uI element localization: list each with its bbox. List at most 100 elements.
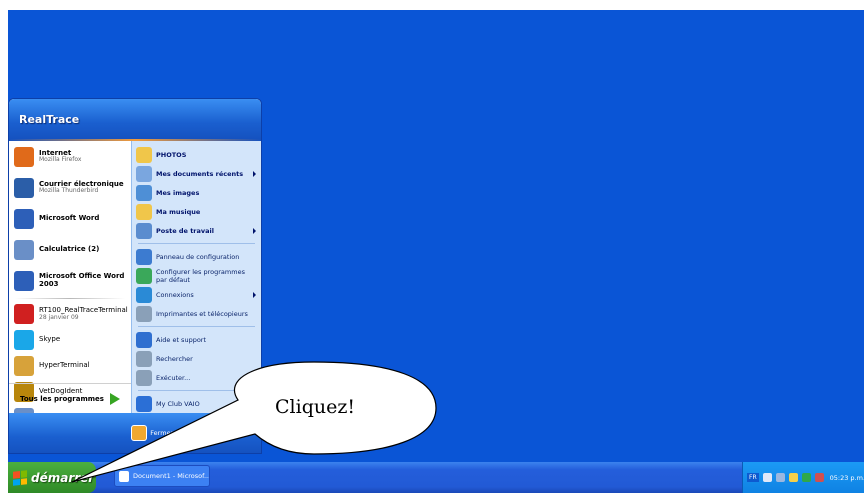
places-item[interactable]: My Club VAIO [132,394,261,413]
arrow-right-icon [109,392,120,405]
search-icon [136,350,152,367]
submenu-arrow-icon [253,291,256,298]
word-icon [14,208,34,229]
start-menu-header: RealTrace [9,99,261,139]
places-label: My Club VAIO [156,399,200,408]
start-menu-body: Internet Mozilla Firefox Courrier électron… [9,141,261,453]
network-tray-icon[interactable] [788,473,798,482]
logoff-button[interactable]: Fermer la session [131,425,207,441]
folder-icon [136,146,152,163]
program-text: Microsoft Office Word 2003 [39,273,131,288]
clock[interactable]: 05:23 p.m. [830,474,864,482]
calculator-icon [14,239,34,260]
program-subtitle: Mozilla Thunderbird [39,187,99,195]
printer-icon [136,305,152,322]
places-item[interactable]: PHOTOS [132,145,261,164]
program-item[interactable]: Microsoft Word [9,203,131,234]
all-programs-label: Tous les programmes [20,394,104,403]
program-text: Courrier électronique Mozilla Thunderbird [39,180,124,195]
firefox-icon [14,146,34,167]
language-indicator[interactable]: FR [747,473,759,482]
submenu-arrow-icon [253,227,256,234]
program-text: HyperTerminal [39,361,90,370]
separator [138,326,255,327]
program-subtitle: 28 janvier 09 [39,313,79,321]
places-label: Imprimantes et télécopieurs [156,309,248,318]
network-icon [136,286,152,303]
program-item[interactable]: Internet Mozilla Firefox [9,141,131,172]
separator [15,298,125,299]
program-item[interactable]: Calculatrice (2) [9,234,131,265]
places-item[interactable]: Mes images [132,183,261,202]
start-menu-footer: Fermer la session Arrêter [9,413,261,453]
program-text: Calculatrice (2) [39,245,99,253]
security-tray-icon[interactable] [801,473,811,482]
hyperterminal-icon [14,356,34,376]
recent-documents-icon [136,165,152,182]
windows-logo-icon [13,469,27,486]
program-title: Microsoft Office Word 2003 [39,272,125,288]
places-item[interactable]: Rechercher [132,349,261,368]
my-computer-icon [136,222,152,239]
program-item[interactable]: Courrier électronique Mozilla Thunderbird [9,172,131,203]
control-panel-icon [136,248,152,265]
default-programs-icon [136,267,152,284]
program-title: Skype [39,335,61,344]
program-text: Microsoft Word [39,213,100,222]
help-icon [136,331,152,348]
separator [138,243,255,244]
program-item[interactable]: HyperTerminal [9,353,131,379]
places-label: Ma musique [156,207,201,216]
places-label: Exécuter... [156,373,191,382]
antivirus-tray-icon[interactable] [814,473,824,482]
logoff-icon [131,425,148,441]
places-label: Aide et support [156,335,207,344]
places-item[interactable]: Ma musique [132,202,261,221]
start-button[interactable]: démarrer [8,462,96,493]
program-text: RT100_RealTraceTerminal 28 janvier 09 [39,306,128,321]
shutdown-label: Arrêter [232,429,255,437]
program-subtitle: Mozilla Firefox [39,156,82,164]
music-icon [136,203,152,220]
places-item[interactable]: Poste de travail [132,221,261,240]
program-title: HyperTerminal [39,361,90,370]
start-label: démarrer [31,470,95,485]
places-label: Panneau de configuration [156,252,240,261]
callout-text: Cliquez! [275,396,355,418]
places-label: Mes documents récents [156,169,244,178]
shutdown-button[interactable]: Arrêter [213,425,255,441]
places-label: Poste de travail [156,226,214,235]
places-item[interactable]: Configurer les programmes par défaut [132,266,261,285]
word-document-icon [119,470,129,482]
start-menu: RealTrace Internet Mozilla Firefox Courrie… [8,98,262,454]
system-tray: FR 05:23 p.m. [742,462,864,493]
places-label: Connexions [156,290,194,299]
places-item[interactable]: Connexions [132,285,261,304]
user-name: RealTrace [19,112,80,126]
thunderbird-icon [14,177,34,198]
program-item[interactable]: Microsoft Office Word 2003 [9,265,131,296]
logoff-label: Fermer la session [150,429,208,437]
taskbar-item-document[interactable]: Document1 - Microsof... [114,465,210,487]
taskbar-item-label: Document1 - Microsof... [133,472,209,480]
places-item[interactable]: Exécuter... [132,368,261,387]
taskbar: démarrer Document1 - Microsof... FR 05:2… [8,457,864,493]
places-item[interactable]: Panneau de configuration [132,247,261,266]
program-list: Internet Mozilla Firefox Courrier électron… [9,141,131,453]
program-item[interactable]: Skype [9,327,131,353]
keyboard-tray-icon[interactable] [775,473,785,482]
realtrace-icon [14,304,34,324]
program-title: Microsoft Word [39,213,100,222]
vaio-club-icon [136,395,152,412]
all-programs-button[interactable]: Tous les programmes [9,383,131,413]
places-item[interactable]: Aide et support [132,330,261,349]
help-tray-icon[interactable] [762,473,772,482]
word-2003-icon [14,270,34,291]
submenu-arrow-icon [253,170,256,177]
places-item[interactable]: Imprimantes et télécopieurs [132,304,261,323]
power-icon [213,425,230,441]
taskbar-bar: démarrer Document1 - Microsof... FR 05:2… [8,462,864,493]
places-item[interactable]: Mes documents récents [132,164,261,183]
screen-border [0,0,8,493]
program-item[interactable]: RT100_RealTraceTerminal 28 janvier 09 [9,301,131,327]
